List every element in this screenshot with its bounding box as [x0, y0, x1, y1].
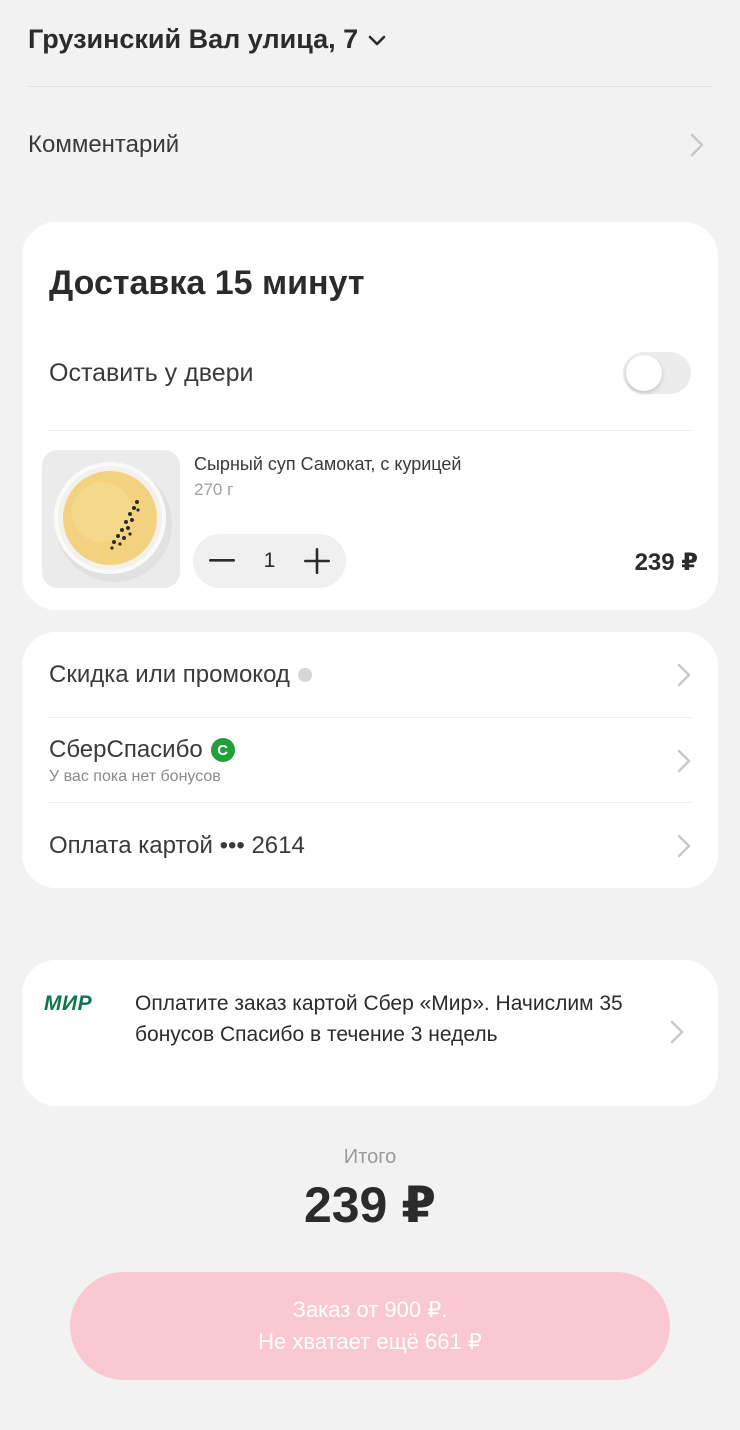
increase-button[interactable]	[302, 546, 332, 576]
address-selector[interactable]: Грузинский Вал улица, 7	[28, 24, 386, 55]
mir-promo-text: Оплатите заказ картой Сбер «Мир». Начисл…	[135, 992, 623, 1046]
address-text: Грузинский Вал улица, 7	[28, 24, 359, 54]
sberspasibo-label: СберСпасибо	[49, 736, 203, 763]
plus-icon	[304, 548, 330, 574]
sberspasibo-row[interactable]: СберСпасибо С У вас пока нет бонусов	[49, 718, 691, 804]
sberspasibo-sublabel: У вас пока нет бонусов	[49, 768, 221, 785]
chevron-right-icon	[677, 749, 691, 773]
total-value: 239 ₽	[303, 1177, 437, 1233]
minus-icon	[209, 559, 235, 562]
promo-label: Скидка или промокод	[49, 661, 290, 688]
comment-label: Комментарий	[28, 131, 180, 158]
chevron-right-icon	[690, 133, 704, 157]
decrease-button[interactable]	[207, 546, 237, 576]
product-weight: 270 г	[194, 480, 234, 499]
mir-promo-card[interactable]: МИР Оплатите заказ картой Сбер «Мир». На…	[22, 960, 718, 1106]
delivery-card: Доставка 15 минут Оставить у двери Сырны…	[22, 222, 718, 610]
card-payment-label: Оплата картой ••• 2614	[49, 832, 305, 859]
card-payment-row[interactable]: Оплата картой ••• 2614	[49, 803, 691, 889]
chevron-right-icon	[677, 663, 691, 687]
quantity-value: 1	[263, 549, 276, 572]
quantity-stepper: 1	[193, 534, 346, 588]
product-image	[42, 450, 180, 588]
info-dot-icon	[297, 668, 312, 682]
chevron-right-icon	[670, 1020, 684, 1044]
payment-card: Скидка или промокод СберСпасибо С У вас …	[22, 632, 718, 888]
promo-row[interactable]: Скидка или промокод	[49, 632, 691, 718]
product-price: 239 ₽	[634, 549, 698, 576]
header-divider	[28, 86, 712, 87]
leave-at-door-label: Оставить у двери	[49, 358, 254, 387]
total-label: Итого	[343, 1146, 397, 1168]
chevron-right-icon	[677, 834, 691, 858]
order-button-line1: Заказ от 900 ₽.	[292, 1297, 448, 1322]
comment-row[interactable]: Комментарий	[28, 124, 704, 166]
sberspasibo-icon: С	[210, 738, 235, 762]
chevron-down-icon	[368, 35, 386, 45]
order-button[interactable]: Заказ от 900 ₽. Не хватает ещё 661 ₽	[70, 1272, 670, 1380]
product-name[interactable]: Сырный суп Самокат, с курицей	[194, 454, 461, 475]
mir-logo: МИР	[44, 992, 93, 1015]
leave-at-door-row: Оставить у двери	[49, 350, 691, 396]
order-button-line2: Не хватает ещё 661 ₽	[258, 1329, 482, 1354]
toggle-knob	[626, 355, 662, 391]
leave-at-door-toggle[interactable]	[623, 352, 691, 394]
card-divider	[49, 430, 691, 431]
delivery-title: Доставка 15 минут	[49, 264, 365, 302]
